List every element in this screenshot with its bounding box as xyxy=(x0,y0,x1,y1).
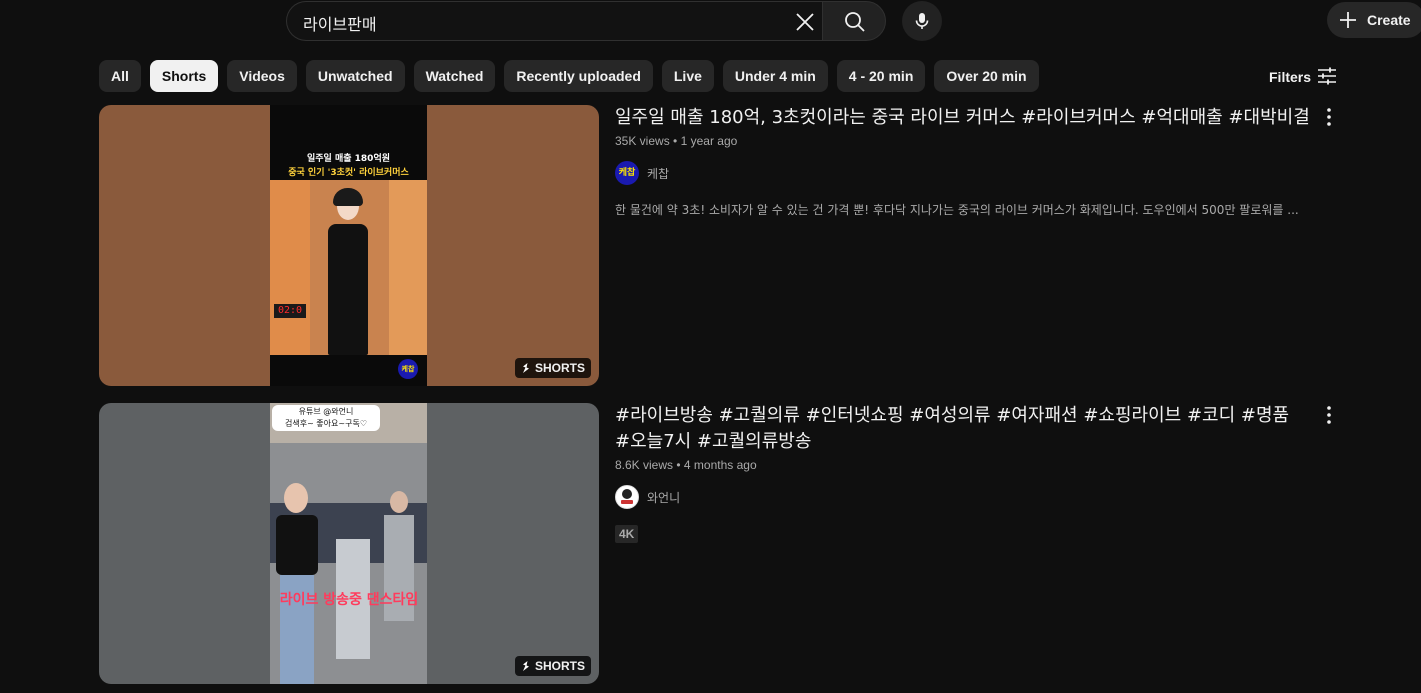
meta-separator: • xyxy=(676,458,684,472)
chip-videos[interactable]: Videos xyxy=(227,60,297,92)
shorts-badge: SHORTS xyxy=(514,358,591,378)
video-info: 일주일 매출 180억, 3초컷이라는 중국 라이브 커머스 #라이브커머스 #… xyxy=(615,105,1335,218)
close-icon xyxy=(796,13,814,31)
video-title[interactable]: #라이브방송 #고퀄의류 #인터넷쇼핑 #여성의류 #여자패션 #쇼핑라이브 #… xyxy=(615,403,1305,455)
view-count: 8.6K views xyxy=(615,458,674,472)
channel-avatar[interactable]: 케찹 xyxy=(615,161,639,185)
more-actions-button[interactable] xyxy=(1317,105,1341,129)
view-count: 35K views xyxy=(615,134,670,148)
video-thumbnail[interactable]: 유튜브 @와언니 검색후~ 좋아요~구독♡ 라이브 방송중 댄스타임 SHORT… xyxy=(99,403,599,684)
more-vert-icon xyxy=(1327,406,1331,424)
video-thumbnail[interactable]: 일주일 매출 180억원 중국 인기 '3초컷' 라이브커머스 02:0 케찹 … xyxy=(99,105,599,386)
timer-display: 02:0 xyxy=(274,304,306,318)
chip-recently-uploaded[interactable]: Recently uploaded xyxy=(504,60,653,92)
top-bar: 라이브판매 Create xyxy=(0,0,1421,42)
create-button[interactable]: Create xyxy=(1327,2,1421,38)
thumbnail-caption-2: 검색후~ 좋아요~구독♡ xyxy=(284,419,367,428)
thumbnail-caption-1: 일주일 매출 180억원 xyxy=(306,154,390,164)
channel-promo-bubble: 유튜브 @와언니 검색후~ 좋아요~구독♡ xyxy=(272,405,380,431)
channel-link[interactable]: 케찹 케찹 xyxy=(615,161,1335,185)
voice-search-button[interactable] xyxy=(902,1,942,41)
shorts-badge-label: SHORTS xyxy=(534,659,585,673)
thumbnail-caption-2: 중국 인기 '3초컷' 라이브커머스 xyxy=(288,168,409,178)
shelf-boxes xyxy=(389,180,427,355)
thumbnail-scene xyxy=(270,180,427,355)
more-actions-button[interactable] xyxy=(1317,403,1341,427)
upload-age: 4 months ago xyxy=(683,458,757,472)
video-description: 한 물건에 약 3초! 소비자가 알 수 있는 건 가격 뿐! 후다닥 지나가는… xyxy=(615,203,1299,217)
chip-4-20-min[interactable]: 4 - 20 min xyxy=(836,60,926,92)
shorts-icon xyxy=(522,661,529,671)
shorts-badge-label: SHORTS xyxy=(534,361,585,375)
thumbnail-caption-1: 유튜브 @와언니 xyxy=(298,407,354,416)
filter-chip-bar: All Shorts Videos Unwatched Watched Rece… xyxy=(99,60,1039,92)
thumbnail-frame: 일주일 매출 180억원 중국 인기 '3초컷' 라이브커머스 02:0 케찹 xyxy=(270,105,427,386)
video-metadata: 35K views • 1 year ago xyxy=(615,134,1335,148)
person-avatar-icon xyxy=(621,489,633,504)
upload-age: 1 year ago xyxy=(680,134,738,148)
chip-unwatched[interactable]: Unwatched xyxy=(305,60,405,92)
channel-name[interactable]: 와언니 xyxy=(647,489,680,506)
sliders-icon xyxy=(1318,67,1336,85)
shelf-boxes xyxy=(270,180,310,355)
create-label: Create xyxy=(1367,12,1411,28)
video-result[interactable]: 일주일 매출 180억원 중국 인기 '3초컷' 라이브커머스 02:0 케찹 … xyxy=(99,105,1349,386)
channel-name[interactable]: 케찹 xyxy=(647,165,669,182)
chip-shorts[interactable]: Shorts xyxy=(149,60,219,92)
presenter-figure xyxy=(272,483,322,684)
4k-badge: 4K xyxy=(615,525,639,543)
chip-over-20-min[interactable]: Over 20 min xyxy=(934,60,1039,92)
chip-under-4-min[interactable]: Under 4 min xyxy=(722,60,828,92)
video-info: #라이브방송 #고퀄의류 #인터넷쇼핑 #여성의류 #여자패션 #쇼핑라이브 #… xyxy=(615,403,1335,543)
channel-avatar[interactable] xyxy=(615,485,639,509)
filters-label: Filters xyxy=(1269,69,1312,85)
channel-link[interactable]: 와언니 xyxy=(615,485,1335,509)
microphone-icon xyxy=(915,13,929,29)
clear-search-button[interactable] xyxy=(789,6,821,38)
video-metadata: 8.6K views • 4 months ago xyxy=(615,458,1335,472)
search-button[interactable] xyxy=(822,1,886,41)
thumbnail-frame: 유튜브 @와언니 검색후~ 좋아요~구독♡ 라이브 방송중 댄스타임 xyxy=(270,403,427,684)
plus-icon xyxy=(1340,12,1356,28)
thumbnail-caption-3: 라이브 방송중 댄스타임 xyxy=(279,592,419,608)
channel-logo-watermark: 케찹 xyxy=(398,359,418,379)
shorts-icon xyxy=(522,363,529,373)
chip-watched[interactable]: Watched xyxy=(413,60,496,92)
search-query-text: 라이브판매 xyxy=(303,15,377,34)
video-result[interactable]: 유튜브 @와언니 검색후~ 좋아요~구독♡ 라이브 방송중 댄스타임 SHORT… xyxy=(99,403,1349,684)
thumbnail-scene xyxy=(270,443,427,684)
meta-separator: • xyxy=(673,134,681,148)
more-vert-icon xyxy=(1327,108,1331,126)
chip-live[interactable]: Live xyxy=(661,60,714,92)
shorts-badge: SHORTS xyxy=(514,656,591,676)
chip-all[interactable]: All xyxy=(99,60,141,92)
presenter-figure xyxy=(322,188,374,355)
search-input[interactable]: 라이브판매 xyxy=(286,1,823,41)
search-icon xyxy=(845,12,865,32)
channel-avatar-text: 케찹 xyxy=(618,168,636,178)
video-title[interactable]: 일주일 매출 180억, 3초컷이라는 중국 라이브 커머스 #라이브커머스 #… xyxy=(615,105,1335,131)
